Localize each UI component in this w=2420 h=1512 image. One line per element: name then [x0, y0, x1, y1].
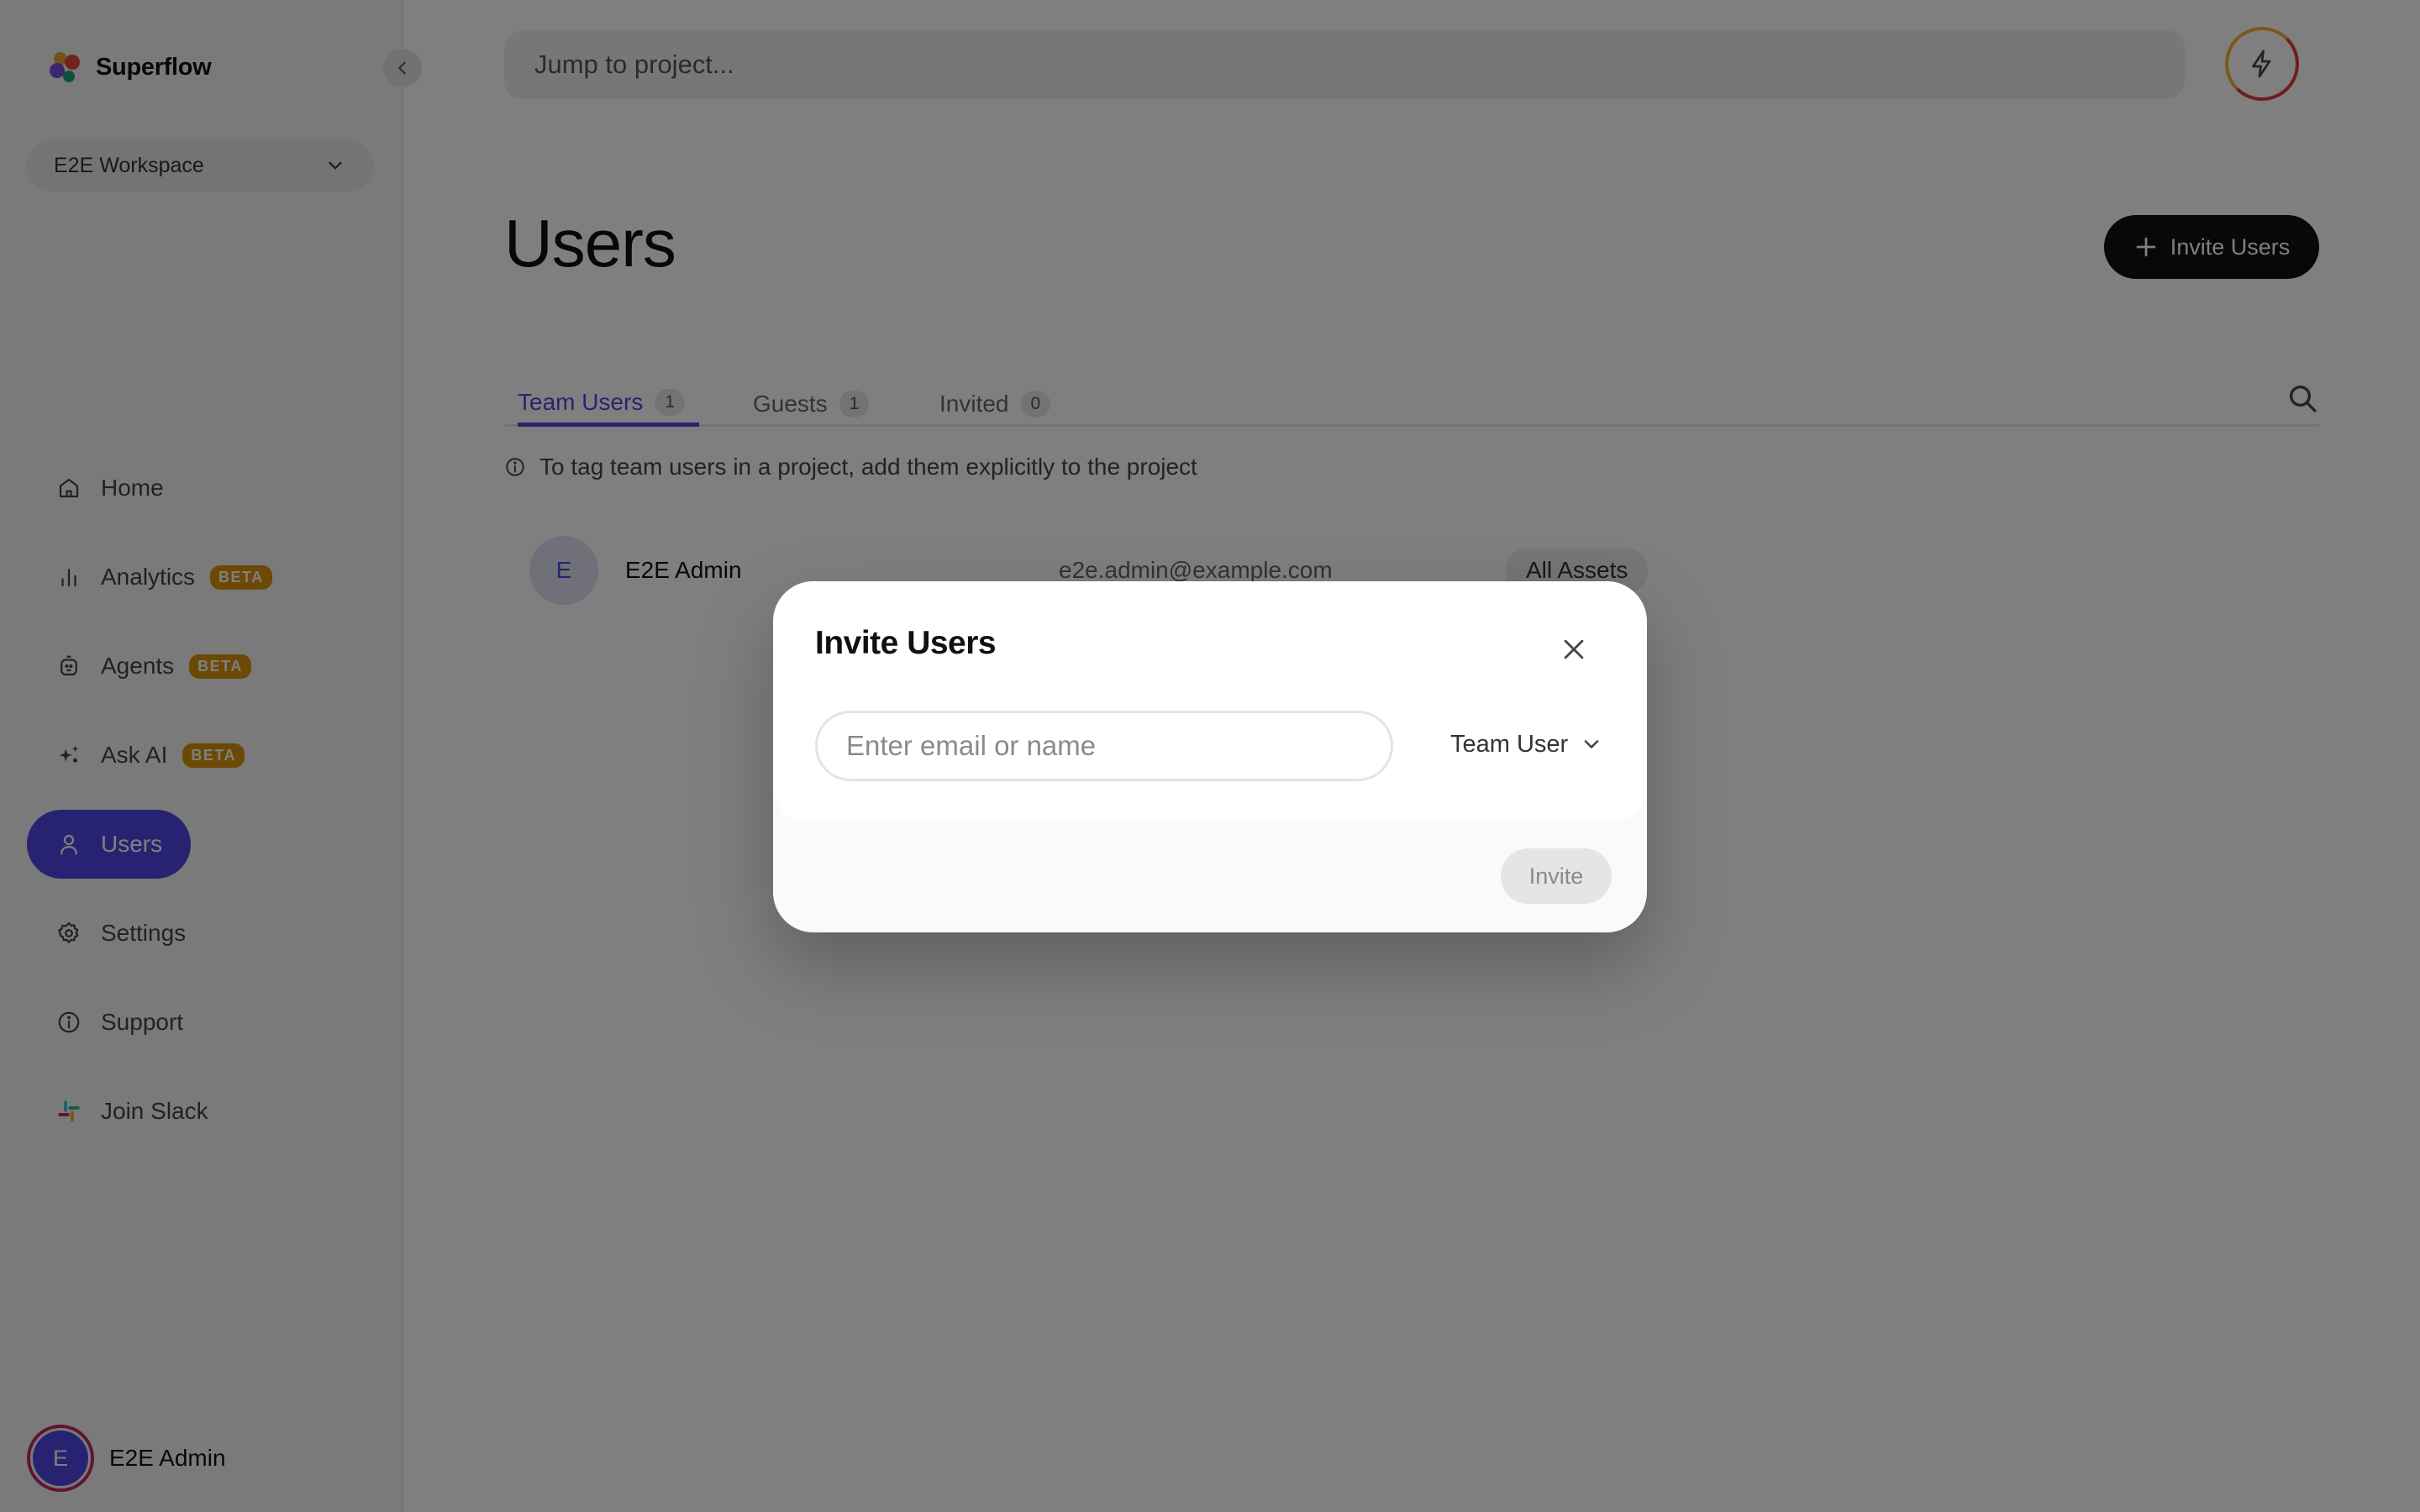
- chevron-down-icon: [1584, 740, 1599, 748]
- invite-users-modal: Invite Users Team User Invite: [773, 581, 1647, 932]
- close-button[interactable]: [1553, 628, 1595, 670]
- modal-title: Invite Users: [815, 625, 997, 661]
- modal-body: Invite Users Team User: [773, 581, 1647, 822]
- role-dropdown[interactable]: Team User: [1434, 719, 1620, 769]
- role-value: Team User: [1450, 730, 1569, 758]
- close-icon: [1564, 639, 1584, 659]
- invite-button[interactable]: Invite: [1501, 848, 1612, 904]
- email-or-name-input[interactable]: [815, 711, 1393, 781]
